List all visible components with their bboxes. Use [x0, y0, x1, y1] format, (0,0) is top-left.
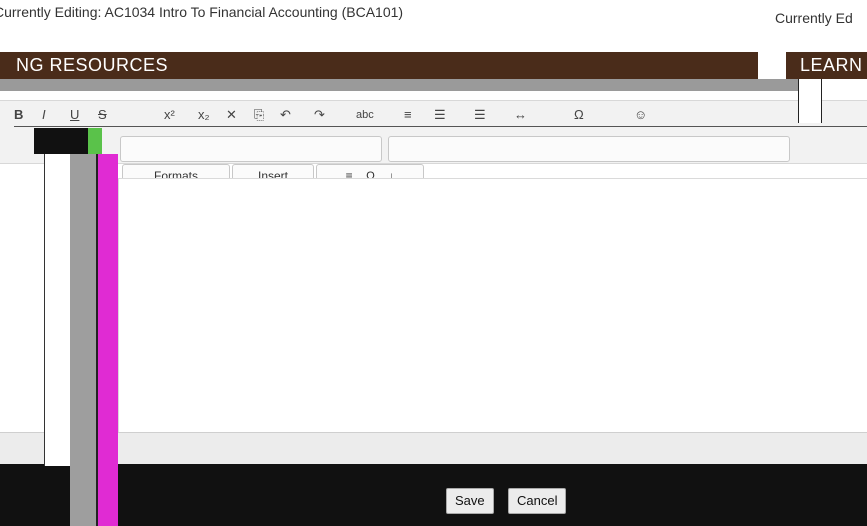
title-underline [0, 79, 798, 91]
strikethrough-icon[interactable]: S [98, 106, 107, 124]
panel-title-left: NG RESOURCES [0, 52, 758, 79]
undo-icon[interactable]: ↶ [280, 106, 291, 124]
toolbar-row-1: B I U S x² x₂ ✕ ⎘ ↶ ↷ abc ≡ ☰ ☰ ↔ Ω ☺ [14, 104, 867, 134]
table-icon[interactable]: ☰ [474, 106, 486, 124]
glitch-bar-gray [70, 154, 96, 526]
remove-format-icon[interactable]: ✕ [226, 106, 237, 124]
editing-label-right: Currently Ed [775, 10, 853, 26]
dialog-footer [0, 464, 867, 526]
editing-label: Currently Editing: AC1034 Intro To Finan… [0, 4, 404, 20]
special-char-icon[interactable]: Ω [574, 106, 584, 124]
bold-icon[interactable]: B [14, 106, 23, 124]
glitch-bar-magenta [98, 154, 118, 526]
editor-content-area[interactable] [118, 178, 867, 434]
superscript-icon[interactable]: x² [164, 106, 175, 124]
italic-icon[interactable]: I [42, 106, 46, 124]
panel-title-right: LEARN [786, 52, 867, 79]
redo-icon[interactable]: ↷ [314, 106, 325, 124]
cancel-button[interactable]: Cancel [508, 488, 567, 514]
toolbar-group-2 [388, 136, 790, 162]
indent-icon[interactable]: ↔ [514, 106, 527, 124]
bullet-list-icon[interactable]: ≡ [404, 106, 412, 124]
glitch-bar-black [34, 128, 88, 154]
panel-title-right-text: LEARN [800, 55, 863, 75]
emoticon-icon[interactable]: ☺ [634, 106, 647, 124]
spellcheck-icon[interactable]: abc [356, 106, 374, 124]
glitch-bar-white [44, 154, 72, 466]
panel-title-left-text: NG RESOURCES [16, 55, 169, 75]
save-button[interactable]: Save [446, 488, 494, 514]
glitch-bar-right [798, 79, 822, 123]
subscript-icon[interactable]: x₂ [198, 106, 210, 124]
toolbar-group-1 [120, 136, 382, 162]
underline-icon[interactable]: U [70, 106, 79, 124]
editor-status-bar [0, 432, 867, 465]
numbered-list-icon[interactable]: ☰ [434, 106, 446, 124]
toolbar-divider [14, 126, 867, 127]
paste-icon[interactable]: ⎘ [254, 106, 264, 124]
glitch-bar-green [88, 128, 102, 154]
